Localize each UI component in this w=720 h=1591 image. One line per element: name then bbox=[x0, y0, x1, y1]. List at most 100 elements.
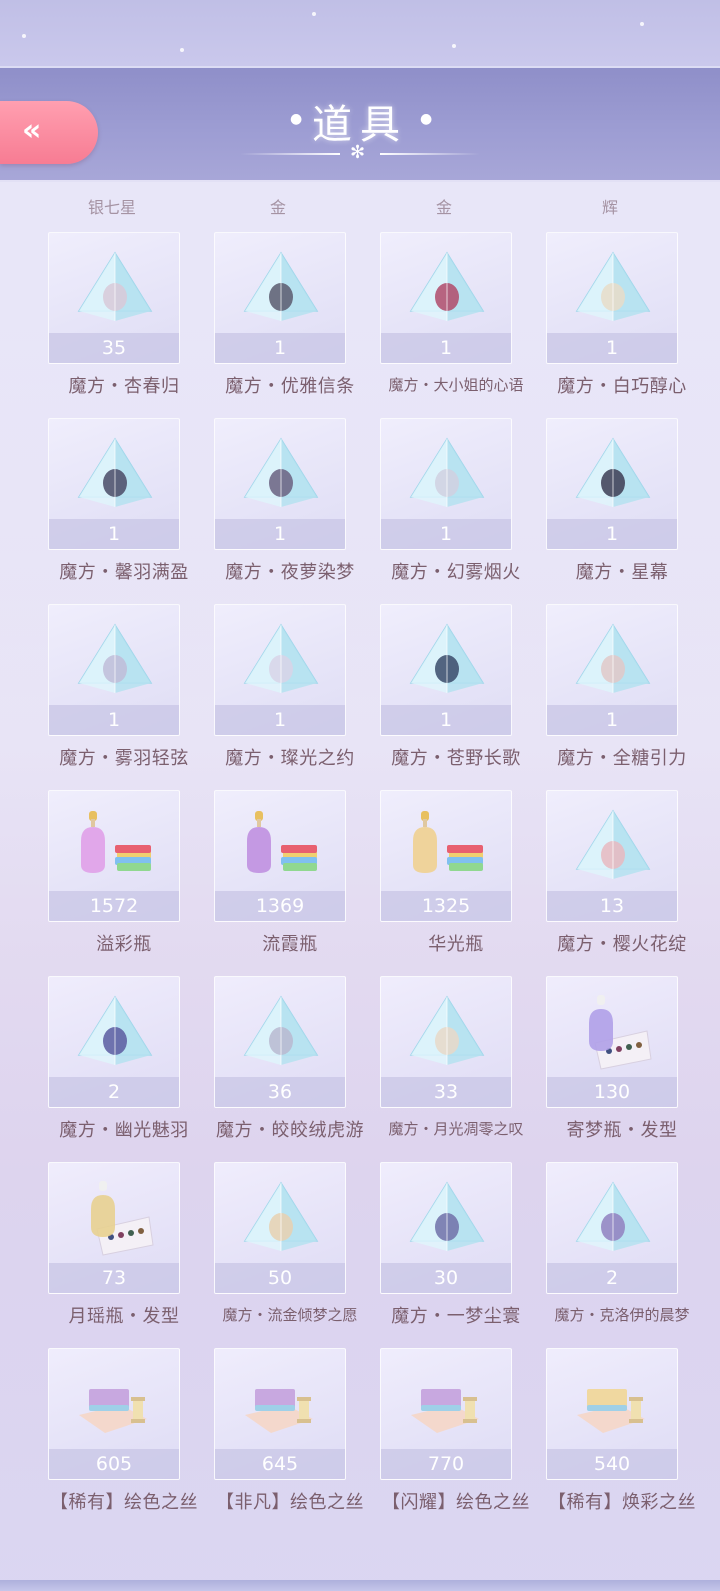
item-name: 魔方・星幕 bbox=[575, 562, 669, 583]
item-name: 魔方・馨羽满盈 bbox=[59, 562, 189, 583]
item-name: 魔方・苍野长歌 bbox=[391, 748, 521, 769]
item-card[interactable]: 2 魔方・克洛伊的晨梦 bbox=[538, 1162, 706, 1342]
item-tile[interactable]: 1 bbox=[380, 604, 512, 736]
item-name: 魔方・夜萝染梦 bbox=[225, 562, 355, 583]
item-tile[interactable]: 1 bbox=[546, 232, 678, 364]
item-count: 1572 bbox=[49, 891, 179, 921]
item-card[interactable]: 13 魔方・樱火花绽 bbox=[538, 790, 706, 970]
item-count: 130 bbox=[547, 1077, 677, 1107]
item-tile[interactable]: 1 bbox=[214, 418, 346, 550]
item-card[interactable]: 73 月瑶瓶・发型 bbox=[40, 1162, 208, 1342]
item-count: 2 bbox=[49, 1077, 179, 1107]
item-tile[interactable]: 1 bbox=[380, 418, 512, 550]
sparkle bbox=[640, 22, 644, 26]
item-name: 魔方・杏春归 bbox=[68, 376, 180, 397]
item-name: 魔方・雾羽轻弦 bbox=[59, 748, 189, 769]
crystal-cube-icon bbox=[409, 995, 485, 1065]
item-card[interactable]: 605 【稀有】绘色之丝 bbox=[40, 1348, 208, 1528]
item-tile[interactable]: 33 bbox=[380, 976, 512, 1108]
item-count: 1 bbox=[49, 705, 179, 735]
crystal-cube-icon bbox=[575, 437, 651, 507]
item-tile[interactable]: 73 bbox=[48, 1162, 180, 1294]
cut-off-row: 银七星 金 金 辉 bbox=[0, 194, 720, 218]
item-count: 1 bbox=[381, 705, 511, 735]
perfume-bottle-icon bbox=[413, 811, 483, 873]
item-tile[interactable]: 1 bbox=[48, 418, 180, 550]
flower-icon: ✻ bbox=[350, 142, 366, 163]
item-card[interactable]: 1 魔方・优雅信条 bbox=[206, 232, 374, 412]
item-tile[interactable]: 1 bbox=[546, 418, 678, 550]
item-card[interactable]: 36 魔方・皎皎绒虎游 bbox=[206, 976, 374, 1156]
fabric-roll-icon bbox=[79, 1389, 147, 1433]
item-tile[interactable]: 30 bbox=[380, 1162, 512, 1294]
crystal-cube-icon bbox=[409, 251, 485, 321]
crystal-cube-icon bbox=[243, 437, 319, 507]
cut-label: 辉 bbox=[601, 198, 618, 217]
crystal-cube-icon bbox=[409, 437, 485, 507]
perfume-bottle-icon bbox=[247, 811, 317, 873]
item-name: 流霞瓶 bbox=[262, 934, 318, 955]
sparkle-icon: ● bbox=[420, 111, 433, 127]
item-card[interactable]: 1 魔方・雾羽轻弦 bbox=[40, 604, 208, 784]
item-count: 1 bbox=[49, 519, 179, 549]
item-card[interactable]: 1 魔方・幻雾烟火 bbox=[372, 418, 540, 598]
item-card[interactable]: 50 魔方・流金倾梦之愿 bbox=[206, 1162, 374, 1342]
item-tile[interactable]: 770 bbox=[380, 1348, 512, 1480]
item-tile[interactable]: 1 bbox=[214, 604, 346, 736]
crystal-cube-icon bbox=[409, 623, 485, 693]
item-tile[interactable]: 605 bbox=[48, 1348, 180, 1480]
crystal-cube-icon bbox=[409, 1181, 485, 1251]
item-card[interactable]: 1 魔方・苍野长歌 bbox=[372, 604, 540, 784]
sparkle bbox=[22, 34, 26, 38]
item-tile[interactable]: 1325 bbox=[380, 790, 512, 922]
item-tile[interactable]: 35 bbox=[48, 232, 180, 364]
item-card[interactable]: 770 【闪耀】绘色之丝 bbox=[372, 1348, 540, 1528]
item-tile[interactable]: 1 bbox=[214, 232, 346, 364]
item-name: 魔方・全糖引力 bbox=[557, 748, 687, 769]
item-card[interactable]: 1572 溢彩瓶 bbox=[40, 790, 208, 970]
item-count: 1 bbox=[381, 333, 511, 363]
item-card[interactable]: 30 魔方・一梦尘寰 bbox=[372, 1162, 540, 1342]
item-card[interactable]: 1 魔方・馨羽满盈 bbox=[40, 418, 208, 598]
item-tile[interactable]: 1 bbox=[48, 604, 180, 736]
hair-bottle-icon bbox=[91, 1181, 154, 1256]
item-card[interactable]: 2 魔方・幽光魅羽 bbox=[40, 976, 208, 1156]
item-tile[interactable]: 1 bbox=[546, 604, 678, 736]
item-tile[interactable]: 2 bbox=[546, 1162, 678, 1294]
item-count: 1 bbox=[215, 519, 345, 549]
item-card[interactable]: 1325 华光瓶 bbox=[372, 790, 540, 970]
item-card[interactable]: 1369 流霞瓶 bbox=[206, 790, 374, 970]
item-card[interactable]: 130 寄梦瓶・发型 bbox=[538, 976, 706, 1156]
item-card[interactable]: 33 魔方・月光凋零之叹 bbox=[372, 976, 540, 1156]
item-name: 魔方・大小姐的心语 bbox=[388, 376, 524, 394]
item-card[interactable]: 1 魔方・夜萝染梦 bbox=[206, 418, 374, 598]
item-card[interactable]: 1 魔方・璨光之约 bbox=[206, 604, 374, 784]
crystal-cube-icon bbox=[575, 1181, 651, 1251]
sparkle bbox=[312, 12, 316, 16]
item-tile[interactable]: 1369 bbox=[214, 790, 346, 922]
item-tile[interactable]: 1572 bbox=[48, 790, 180, 922]
item-card[interactable]: 1 魔方・白巧醇心 bbox=[538, 232, 706, 412]
item-card[interactable]: 35 魔方・杏春归 bbox=[40, 232, 208, 412]
item-count: 770 bbox=[381, 1449, 511, 1479]
item-tile[interactable]: 2 bbox=[48, 976, 180, 1108]
bottom-edge bbox=[0, 1580, 720, 1591]
item-tile[interactable]: 1 bbox=[380, 232, 512, 364]
item-tile[interactable]: 50 bbox=[214, 1162, 346, 1294]
item-name: 魔方・幽光魅羽 bbox=[59, 1120, 189, 1141]
item-card[interactable]: 1 魔方・全糖引力 bbox=[538, 604, 706, 784]
item-count: 540 bbox=[547, 1449, 677, 1479]
item-tile[interactable]: 13 bbox=[546, 790, 678, 922]
item-card[interactable]: 1 魔方・星幕 bbox=[538, 418, 706, 598]
item-count: 35 bbox=[49, 333, 179, 363]
item-count: 50 bbox=[215, 1263, 345, 1293]
item-card[interactable]: 540 【稀有】焕彩之丝 bbox=[538, 1348, 706, 1528]
item-tile[interactable]: 36 bbox=[214, 976, 346, 1108]
cut-label: 银七星 bbox=[87, 198, 136, 217]
item-tile[interactable]: 130 bbox=[546, 976, 678, 1108]
item-card[interactable]: 645 【非凡】绘色之丝 bbox=[206, 1348, 374, 1528]
item-tile[interactable]: 540 bbox=[546, 1348, 678, 1480]
item-tile[interactable]: 645 bbox=[214, 1348, 346, 1480]
item-name: 魔方・优雅信条 bbox=[225, 376, 355, 397]
item-card[interactable]: 1 魔方・大小姐的心语 bbox=[372, 232, 540, 412]
